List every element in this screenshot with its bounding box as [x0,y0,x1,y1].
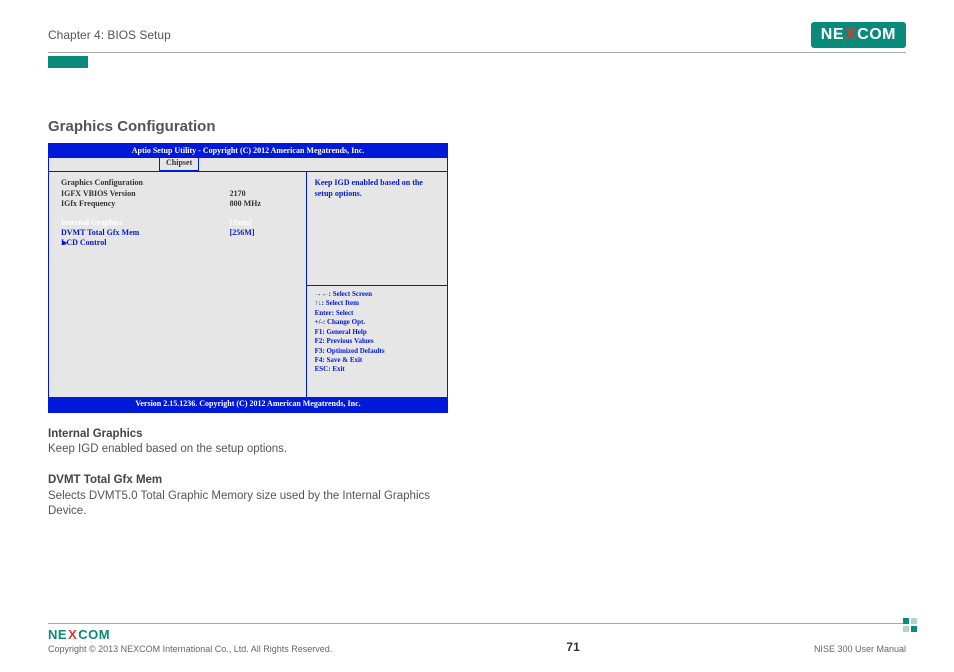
submenu-arrow-icon: ▸ [63,238,67,248]
footer-manual-name: NISE 300 User Manual [814,644,906,654]
bios-key-4: +/-: Change Opt. [315,318,439,327]
footer-rule [48,623,906,624]
footer-logo-post: COM [78,627,110,642]
logo-x: X [844,26,857,44]
accent-bar [48,56,88,68]
bios-key-6: F2: Previous Values [315,337,439,346]
top-rule [48,52,906,53]
bios-titlebar: Aptio Setup Utility - Copyright (C) 2012… [49,144,447,158]
logo-top: NEXCOM [811,22,906,48]
desc-1-title: Internal Graphics [48,427,448,443]
bios-key-9: ESC: Exit [315,365,439,374]
desc-2-title: DVMT Total Gfx Mem [48,473,448,489]
bios-screenshot: Aptio Setup Utility - Copyright (C) 2012… [48,143,448,413]
bios-igfx-vbios-value: 2170 [230,189,300,199]
desc-1-body: Keep IGD enabled based on the setup opti… [48,442,448,458]
bios-dvmt-label: DVMT Total Gfx Mem [61,228,230,238]
bios-key-5: F1: General Help [315,328,439,337]
bios-right-panel: Keep IGD enabled based on the setup opti… [307,172,447,397]
bios-igfx-freq-value: 800 MHz [230,199,300,209]
bios-subtitle: Graphics Configuration [61,178,300,188]
page-footer: NEXCOM Copyright © 2013 NEXCOM Internati… [48,623,906,654]
bios-key-2: ↑↓: Select Item [315,299,439,308]
footer-logo-x: X [67,627,78,642]
bios-help-text: Keep IGD enabled based on the setup opti… [307,172,447,285]
bios-key-legend: →←: Select Screen ↑↓: Select Item Enter:… [307,285,447,398]
description-block: Internal Graphics Keep IGD enabled based… [48,427,448,520]
section-title: Graphics Configuration [48,118,906,135]
chapter-label: Chapter 4: BIOS Setup [48,28,171,42]
bios-igfx-freq-label: IGfx Frequency [61,199,230,209]
bios-igfx-vbios-label: IGFX VBIOS Version [61,189,230,199]
bios-key-1: →←: Select Screen [315,290,439,299]
footer-ornament [902,617,918,633]
desc-2-body: Selects DVMT5.0 Total Graphic Memory siz… [48,489,448,520]
bios-internal-graphics-value: [Auto] [230,218,300,228]
footer-copyright: Copyright © 2013 NEXCOM International Co… [48,644,332,654]
bios-bottombar: Version 2.15.1236. Copyright (C) 2012 Am… [49,397,447,411]
bios-tabbar: Chipset [49,158,447,172]
bios-tab-chipset: Chipset [159,158,199,170]
logo-post: COM [857,26,896,44]
bios-left-panel: Graphics Configuration IGFX VBIOS Versio… [49,172,307,397]
bios-key-8: F4: Save & Exit [315,356,439,365]
page-number: 71 [566,640,579,654]
footer-logo-pre: NE [48,627,67,642]
bios-lcd-control-label: LCD Control [61,238,300,248]
bios-key-7: F3: Optimized Defaults [315,347,439,356]
bios-key-3: Enter: Select [315,309,439,318]
bios-internal-graphics-label: Internal Graphics [61,218,230,228]
logo-pre: NE [821,26,844,44]
logo-footer: NEXCOM [48,627,332,642]
bios-dvmt-value: [256M] [230,228,300,238]
